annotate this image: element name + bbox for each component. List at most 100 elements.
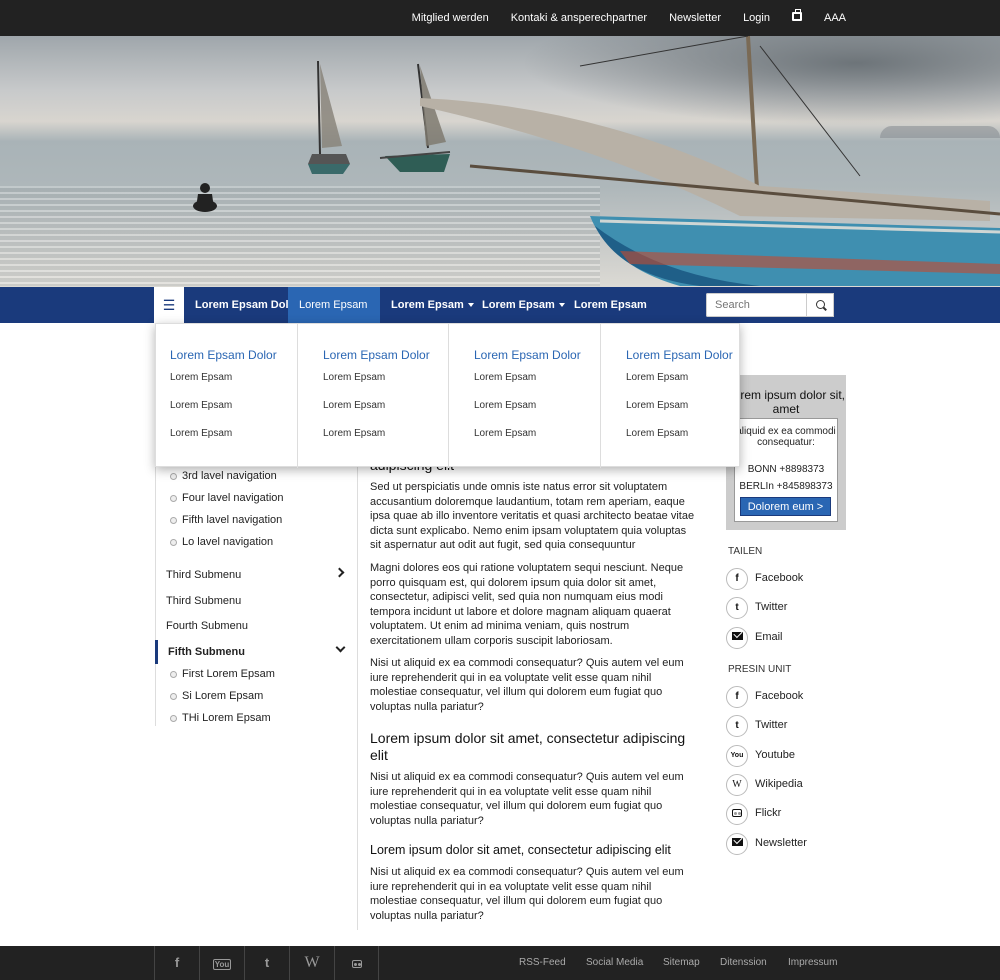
content-paragraph: Nisi ut aliquid ex ea commodi consequatu…: [370, 866, 684, 922]
sailboat-middle-icon: [379, 63, 451, 172]
footer-wikipedia-icon[interactable]: W: [289, 946, 334, 980]
sidebar-submenu-third[interactable]: Third Submenu: [166, 569, 241, 581]
share-label: Facebook: [755, 572, 804, 584]
footer-link-ditenssion[interactable]: Ditenssion: [720, 946, 767, 980]
sidebar-child-label: First Lorem Epsam: [182, 668, 275, 680]
mega-link[interactable]: Lorem Epsam: [626, 428, 740, 456]
share-label: Twitter: [755, 601, 788, 613]
content-paragraph: Nisi ut aliquid ex ea commodi consequatu…: [370, 657, 684, 713]
main-content: adipiscing elit Sed ut perspiciatis unde…: [357, 440, 707, 930]
contact-title: Lorem ipsum dolor sit, amet: [726, 388, 846, 416]
contact-card: aliquid ex ea commodi consequatur: BONN …: [734, 418, 838, 522]
nav-item-5-label: Lorem Epsam: [574, 299, 647, 311]
mega-dropdown: Lorem Epsam Dolor Lorem Epsam Lorem Epsa…: [155, 323, 740, 468]
font-size-toggle[interactable]: AAA: [824, 12, 846, 24]
mega-column-title[interactable]: Lorem Epsam Dolor: [323, 348, 449, 362]
mega-column-3: Lorem Epsam Dolor Lorem Epsam Lorem Epsa…: [448, 324, 600, 468]
sidebar-child-label: Si Lorem Epsam: [182, 690, 264, 702]
mega-link[interactable]: Lorem Epsam: [170, 428, 298, 456]
sailboat-left-icon: [308, 60, 350, 174]
mega-column-4: Lorem Epsam Dolor Lorem Epsam Lorem Epsa…: [600, 324, 740, 468]
boats-illustration: [193, 36, 1000, 286]
contact-phone-bonn: BONN +8898373: [747, 464, 825, 475]
twitter-icon: t: [726, 597, 748, 619]
footer-link-impressum[interactable]: Impressum: [788, 946, 837, 980]
top-link-member[interactable]: Mitglied werden: [412, 12, 489, 24]
print-icon[interactable]: [791, 9, 802, 24]
top-link-contact[interactable]: Kontaki & ansperechpartner: [511, 12, 647, 24]
sidebar-submenu-fourth[interactable]: Fourth Submenu: [166, 620, 248, 632]
contact-button[interactable]: Dolorem eum >: [740, 497, 831, 516]
active-indicator: [155, 640, 158, 664]
nav-item-5[interactable]: Lorem Epsam: [563, 287, 658, 323]
bullet-icon: [170, 671, 177, 678]
mega-link[interactable]: Lorem Epsam: [626, 372, 740, 400]
facebook-icon: f: [726, 568, 748, 590]
youtube-icon: You: [726, 745, 748, 767]
sidebar-level-label: Four lavel navigation: [182, 492, 284, 504]
mega-column-title[interactable]: Lorem Epsam Dolor: [626, 348, 740, 362]
footer-link-rss[interactable]: RSS-Feed: [519, 946, 566, 980]
top-link-login[interactable]: Login: [743, 12, 770, 24]
sidebar-level-item[interactable]: Lo lavel navigation: [170, 536, 273, 548]
nav-item-2[interactable]: Lorem Epsam: [288, 287, 380, 344]
sidebar-level-item[interactable]: 3rd lavel navigation: [170, 470, 277, 482]
footer: f You t W RSS-Feed Social Media Sitemap …: [0, 946, 1000, 980]
mega-column-2: Lorem Epsam Dolor Lorem Epsam Lorem Epsa…: [297, 324, 449, 468]
nav-item-4[interactable]: Lorem Epsam: [471, 287, 576, 323]
search-input[interactable]: [706, 293, 807, 317]
sidebar-submenu-fifth[interactable]: Fifth Submenu: [168, 646, 245, 658]
hamburger-menu-icon[interactable]: ☰: [154, 287, 184, 323]
twitter-icon: t: [726, 715, 748, 737]
chevron-right-icon[interactable]: [334, 567, 345, 578]
footer-youtube-icon[interactable]: You: [199, 946, 244, 980]
press-title: PRESIN UNIT: [728, 664, 792, 675]
swimmer-icon: [193, 183, 217, 212]
footer-link-sitemap[interactable]: Sitemap: [663, 946, 700, 980]
mega-link[interactable]: Lorem Epsam: [170, 372, 298, 400]
sidebar-level-item[interactable]: Fifth lavel navigation: [170, 514, 282, 526]
mega-link[interactable]: Lorem Epsam: [474, 428, 600, 456]
search-box: [706, 293, 834, 317]
nav-item-3[interactable]: Lorem Epsam: [380, 287, 485, 323]
sidebar-child-item[interactable]: Si Lorem Epsam: [170, 690, 263, 702]
content-paragraph: Nisi ut aliquid ex ea commodi consequatu…: [370, 771, 684, 827]
bullet-icon: [170, 539, 177, 546]
sidebar-level-label: Fifth lavel navigation: [182, 514, 283, 526]
chevron-down-icon[interactable]: [335, 642, 346, 653]
nav-item-3-label: Lorem Epsam: [391, 299, 464, 311]
search-button[interactable]: [807, 293, 834, 317]
mega-link[interactable]: Lorem Epsam: [474, 400, 600, 428]
sidebar-level-item[interactable]: Four lavel navigation: [170, 492, 284, 504]
press-label: Facebook: [755, 690, 804, 702]
sidebar-submenu-third-2[interactable]: Third Submenu: [166, 595, 241, 607]
sidebar-child-item[interactable]: First Lorem Epsam: [170, 668, 275, 680]
press-label: Flickr: [755, 807, 782, 819]
mega-link[interactable]: Lorem Epsam: [626, 400, 740, 428]
mega-column-title[interactable]: Lorem Epsam Dolor: [474, 348, 600, 362]
content-paragraph: Sed ut perspiciatis unde omnis iste natu…: [370, 481, 695, 552]
footer-facebook-icon[interactable]: f: [154, 946, 199, 980]
contact-description: aliquid ex ea commodi consequatur:: [736, 426, 836, 448]
mega-link[interactable]: Lorem Epsam: [323, 428, 449, 456]
content-heading: Lorem ipsum dolor sit amet, consectetur …: [370, 730, 686, 763]
sidebar-child-item[interactable]: THi Lorem Epsam: [170, 712, 271, 724]
top-bar: Mitglied werden Kontaki & ansperechpartn…: [0, 0, 1000, 36]
mega-link[interactable]: Lorem Epsam: [170, 400, 298, 428]
footer-twitter-icon[interactable]: t: [244, 946, 289, 980]
mega-column-1: Lorem Epsam Dolor Lorem Epsam Lorem Epsa…: [170, 324, 298, 468]
hero-image: [0, 36, 1000, 287]
footer-link-social[interactable]: Social Media: [586, 946, 643, 980]
main-navigation: ☰ Lorem Epsam Dolo Lorem Epsam Lorem Eps…: [0, 287, 1000, 344]
mega-link[interactable]: Lorem Epsam: [474, 372, 600, 400]
contact-box: Lorem ipsum dolor sit, amet aliquid ex e…: [726, 375, 846, 530]
press-label: Twitter: [755, 719, 788, 731]
mega-link[interactable]: Lorem Epsam: [323, 372, 449, 400]
mega-link[interactable]: Lorem Epsam: [323, 400, 449, 428]
mega-column-title[interactable]: Lorem Epsam Dolor: [170, 348, 298, 362]
content-paragraph: Magni dolores eos qui ratione voluptatem…: [370, 562, 684, 647]
top-links: Mitglied werden Kontaki & ansperechpartn…: [390, 0, 846, 36]
sidebar-level-label: 3rd lavel navigation: [182, 470, 277, 482]
top-link-newsletter[interactable]: Newsletter: [669, 12, 721, 24]
footer-flickr-icon[interactable]: [334, 946, 379, 980]
